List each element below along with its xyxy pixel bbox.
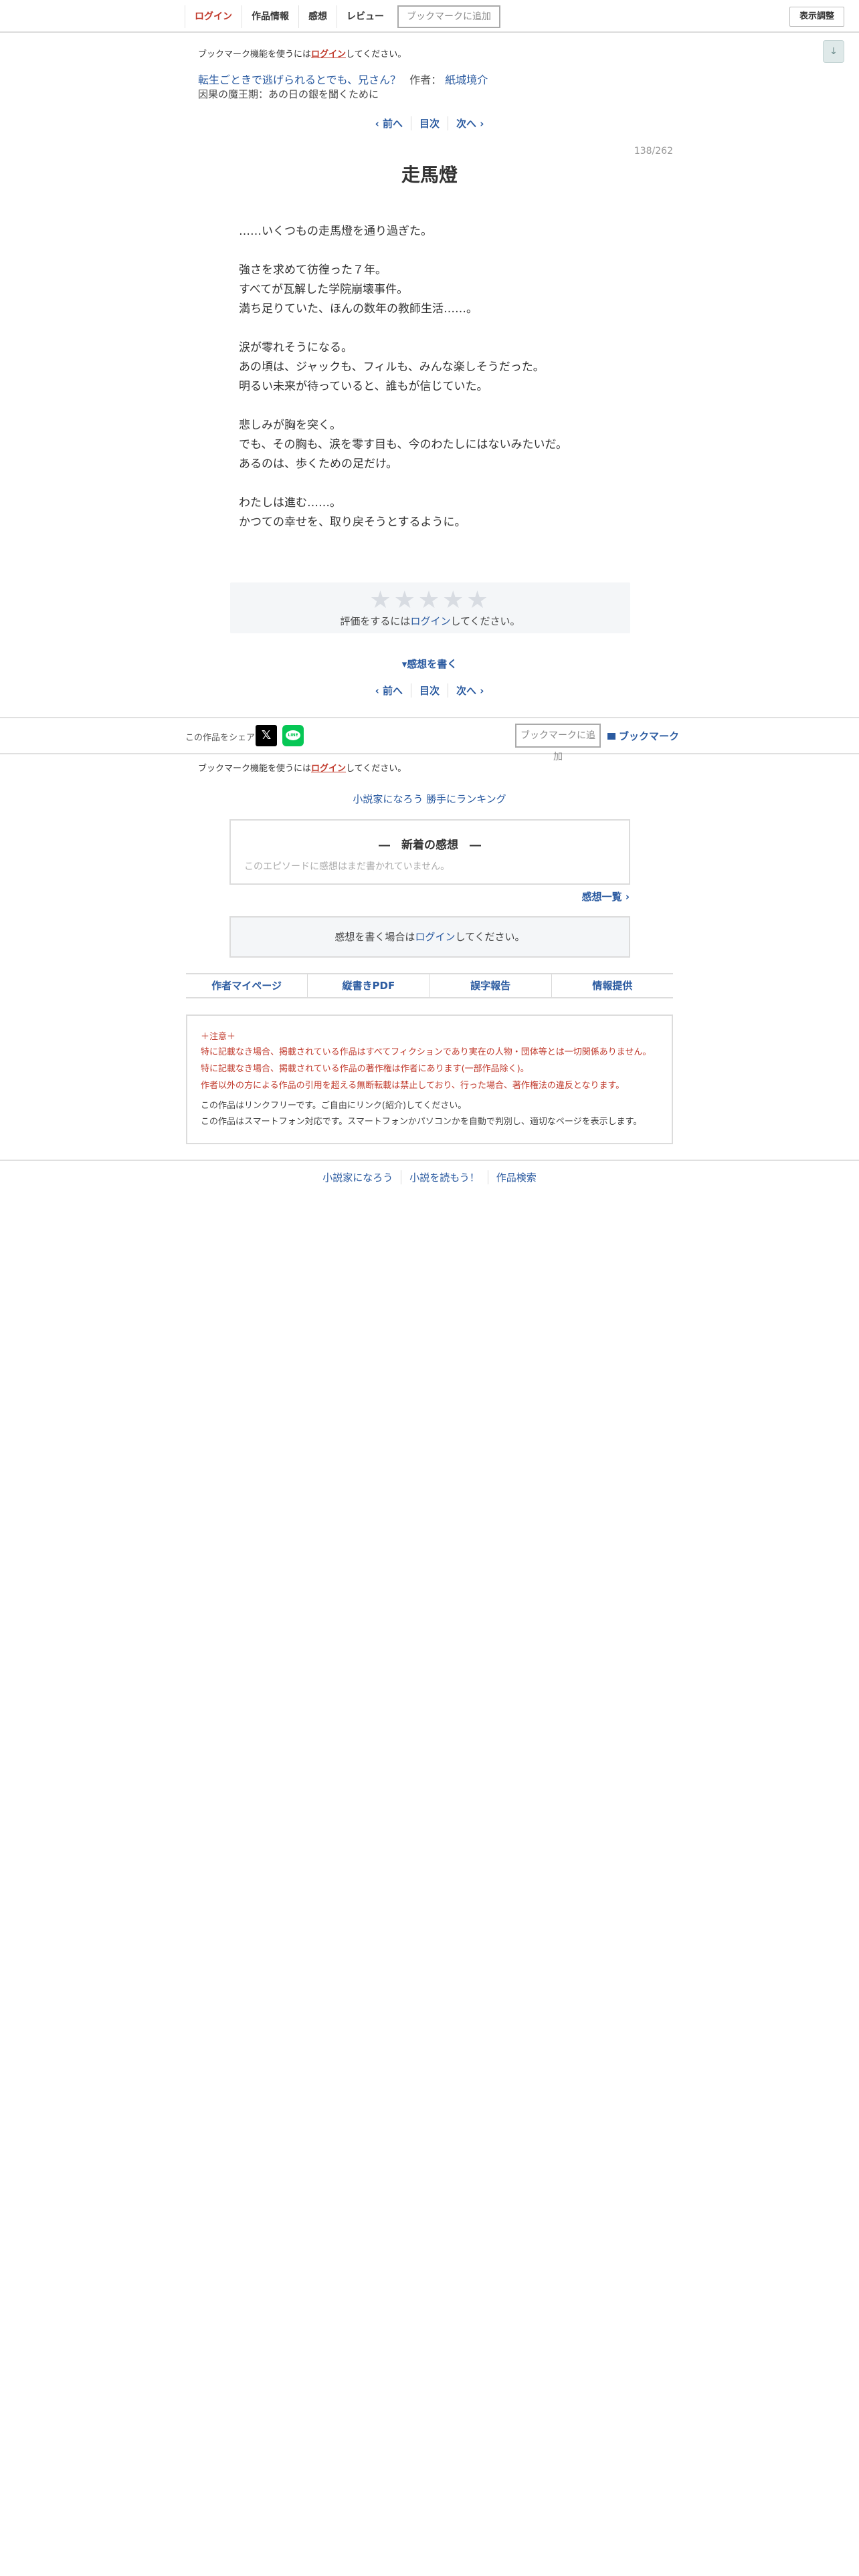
bookmark-login-note-2: ブックマーク機能を使うにはログインしてください。 (198, 761, 406, 774)
body-line (239, 397, 654, 416)
nav-impressions-link[interactable]: 感想 (299, 5, 337, 28)
body-line: ……いくつもの走馬燈を通り過ぎた。 (239, 225, 432, 238)
episode-body: ……いくつもの走馬燈を通り過ぎた。 強さを求めて彷徨った７年。 すべてが瓦解した… (239, 222, 654, 532)
bookmark-add-button-2[interactable]: ブックマークに追加 (515, 724, 601, 762)
scroll-down-arrow-icon[interactable]: ↓ (823, 40, 844, 63)
bookmark-note-before: ブックマーク機能を使うには (198, 49, 312, 60)
body-line: でも、その胸も、涙を零す目も、今のわたしにはないみたいだ。 (239, 438, 567, 451)
body-line: すべてが瓦解した学院崩壊事件。 (239, 283, 409, 296)
bookmark-icon (607, 733, 615, 740)
latest-impressions-title: ― 新着の感想 ― (379, 839, 481, 852)
latest-impressions-empty: このエピソードに感想はまだ書かれていません。 (244, 861, 450, 872)
nav-login-link[interactable]: ログイン (185, 5, 242, 28)
line-glyph: LINE (286, 730, 300, 740)
bookmark-note-after: してください。 (346, 764, 407, 774)
nav-work-info-link[interactable]: 作品情報 (242, 5, 299, 28)
bookmark-link-label: ブックマーク (619, 730, 680, 742)
info-provide-link[interactable]: 情報提供 (552, 974, 673, 997)
body-line: かつての幸せを、取り戻そうとするように。 (239, 516, 466, 529)
rating-stars-icon[interactable]: ★★★★★ (230, 586, 630, 614)
body-line: あの頃は、ジャックも、フィルも、みんな楽しそうだった。 (239, 360, 545, 374)
typo-report-link[interactable]: 誤字報告 (430, 974, 552, 997)
review-login-link[interactable]: ログイン (415, 931, 455, 943)
nav-review-link[interactable]: レビュー (337, 5, 393, 28)
bookmark-note-after: してください。 (346, 49, 407, 60)
ranking-link[interactable]: 小説家になろう 勝手にランキング (0, 792, 859, 806)
caution-line: 特に記載なき場合、掲載されている作品の著作権は作者にあります(一部作品除く)。 (201, 1064, 529, 1074)
series-info: 転生ごときで逃げられるとでも、兄さん？ 作者： 紙城境介 (198, 71, 488, 87)
rating-note-after: してください。 (450, 615, 520, 627)
body-line: 強さを求めて彷徨った７年。 (239, 263, 387, 277)
body-line: 明るい未来が待っていると、誰もが信じていた。 (239, 380, 488, 393)
x-share-icon[interactable]: 𝕏 (256, 725, 277, 746)
latest-impressions-box: ― 新着の感想 ― このエピソードに感想はまだ書かれていません。 (229, 819, 630, 885)
author-mypage-link[interactable]: 作者マイページ (186, 974, 308, 997)
line-share-icon[interactable]: LINE (282, 725, 304, 746)
caution-line: 作者以外の方による作品の引用を超える無断転載は禁止しており、行った場合、著作権法… (201, 1081, 625, 1091)
body-line: 涙が零れそうになる。 (239, 341, 353, 354)
episode-title: 走馬燈 (401, 164, 458, 186)
series-title-link[interactable]: 転生ごときで逃げられるとでも、兄さん？ (198, 74, 401, 86)
display-settings-button[interactable]: 表示調整 (789, 7, 844, 27)
review-login-after: してください。 (455, 931, 525, 943)
caution-note: この作品はリンクフリーです。ご自由にリンク(紹介)してください。 (201, 1101, 467, 1111)
rating-box: ★★★★★ 評価をするにはログインしてください。 (230, 582, 630, 633)
caution-title: ＋注意＋ (201, 1032, 236, 1042)
bookmark-add-button[interactable]: ブックマークに追加 (397, 5, 500, 28)
pager-top: ‹ 前へ 目次 次へ › (0, 116, 859, 130)
footer-yomou-link[interactable]: 小説を読もう！ (401, 1170, 488, 1184)
top-nav: ログイン 作品情報 感想 レビュー ブックマークに追加 表示調整 (0, 0, 859, 33)
body-line (239, 474, 654, 494)
toc-link[interactable]: 目次 (411, 683, 448, 697)
top-nav-items: ログイン 作品情報 感想 レビュー ブックマークに追加 (185, 5, 500, 28)
author-label: 作者： (409, 74, 442, 86)
caution-box: ＋注意＋ 特に記載なき場合、掲載されている作品はすべてフィクションであり実在の人… (186, 1014, 673, 1144)
bookmark-link[interactable]: ブックマーク (607, 729, 679, 743)
caution-note: この作品はスマートフォン対応です。スマートフォンかパソコンかを自動で判別し、適切… (201, 1117, 642, 1127)
author-link[interactable]: 紙城境介 (445, 74, 488, 86)
pager-bottom: ‹ 前へ 目次 次へ › (0, 683, 859, 697)
footer-search-link[interactable]: 作品検索 (488, 1170, 545, 1184)
impressions-list-link[interactable]: 感想一覧 › (582, 889, 630, 903)
prev-link[interactable]: ‹ 前へ (367, 116, 411, 130)
bookmark-note-login-link[interactable]: ログイン (311, 764, 346, 774)
caution-line: 特に記載なき場合、掲載されている作品はすべてフィクションであり実在の人物・団体等… (201, 1047, 652, 1057)
body-line: 悲しみが胸を突く。 (239, 419, 341, 432)
share-bar: この作品をシェア 𝕏 LINE ブックマークに追加 ブックマーク (0, 717, 859, 762)
share-label: この作品をシェア (185, 733, 256, 743)
page-count: 138/262 (634, 146, 673, 156)
body-line: 満ち足りていた、ほんの数年の教師生活……。 (239, 302, 478, 316)
chapter-name: 因果の魔王期：あの日の銀を聞くために (198, 88, 379, 100)
review-login-box: 感想を書く場合はログインしてください。 (229, 916, 630, 958)
bookmark-note-before: ブックマーク機能を使うには (198, 764, 312, 774)
prev-link[interactable]: ‹ 前へ (367, 683, 411, 697)
body-line: あるのは、歩くための足だけ。 (239, 457, 398, 471)
review-login-before: 感想を書く場合は (335, 931, 415, 943)
next-link[interactable]: 次へ › (448, 116, 492, 130)
site-footer-links: 小説家になろう 小説を読もう！ 作品検索 (0, 1170, 859, 1184)
work-footer-links: 作者マイページ 縦書きPDF 誤字報告 情報提供 (186, 973, 673, 998)
next-link[interactable]: 次へ › (448, 683, 492, 697)
body-line: わたしは進む……。 (239, 496, 341, 510)
bookmark-login-note: ブックマーク機能を使うにはログインしてください。 (198, 47, 406, 60)
rating-note-before: 評価をするには (340, 615, 411, 627)
body-line (239, 319, 654, 338)
vertical-pdf-link[interactable]: 縦書きPDF (308, 974, 430, 997)
write-review-link[interactable]: ▾感想を書く (0, 657, 859, 671)
footer-narou-link[interactable]: 小説家になろう (314, 1170, 402, 1184)
toc-link[interactable]: 目次 (411, 116, 448, 130)
footer-divider (0, 1160, 859, 1161)
body-line (239, 241, 654, 261)
rating-login-link[interactable]: ログイン (410, 615, 450, 627)
rating-login-note: 評価をするにはログインしてください。 (230, 614, 630, 628)
bookmark-note-login-link[interactable]: ログイン (311, 49, 346, 60)
